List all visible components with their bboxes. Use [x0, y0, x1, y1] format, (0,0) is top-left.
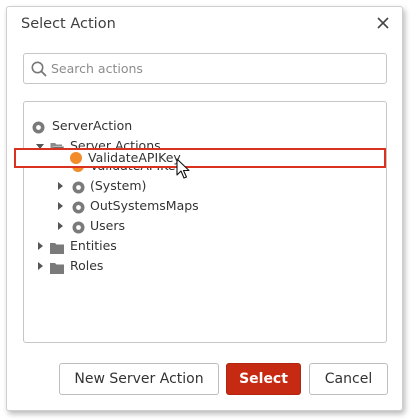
- action-tree: ServerAction Server Actions ValidateAPIK…: [23, 101, 387, 343]
- gear-icon: [72, 180, 85, 194]
- search-input[interactable]: [51, 54, 381, 83]
- gear-icon: [32, 120, 45, 134]
- search-field[interactable]: [23, 53, 387, 84]
- new-server-action-button[interactable]: New Server Action: [59, 363, 219, 395]
- caret-right-icon[interactable]: [56, 176, 64, 196]
- select-button[interactable]: Select: [226, 363, 301, 395]
- tree-item-label: Entities: [70, 238, 117, 253]
- caret-right-icon[interactable]: [36, 256, 44, 276]
- tree-item-label: (System): [90, 178, 147, 193]
- gear-icon: [72, 200, 85, 214]
- dialog-title: Select Action: [21, 16, 116, 32]
- search-icon: [30, 60, 48, 78]
- tree-item-label: OutSystemsMaps: [90, 198, 199, 213]
- folder-icon: [50, 260, 64, 274]
- selected-item-label: ValidateAPIKey: [88, 150, 181, 165]
- tree-item-label: Users: [90, 218, 126, 233]
- tree-item-label: Roles: [70, 258, 104, 273]
- orange-dot-icon: [70, 152, 82, 164]
- caret-right-icon[interactable]: [36, 236, 44, 256]
- caret-right-icon[interactable]: [56, 196, 64, 216]
- caret-right-icon[interactable]: [56, 216, 64, 236]
- select-action-dialog: Select Action ServerAction: [6, 6, 403, 411]
- close-icon[interactable]: [373, 13, 393, 33]
- gear-icon: [72, 220, 85, 234]
- tree-item-label: ServerAction: [52, 118, 133, 133]
- cancel-button[interactable]: Cancel: [309, 363, 388, 395]
- folder-icon: [50, 240, 64, 254]
